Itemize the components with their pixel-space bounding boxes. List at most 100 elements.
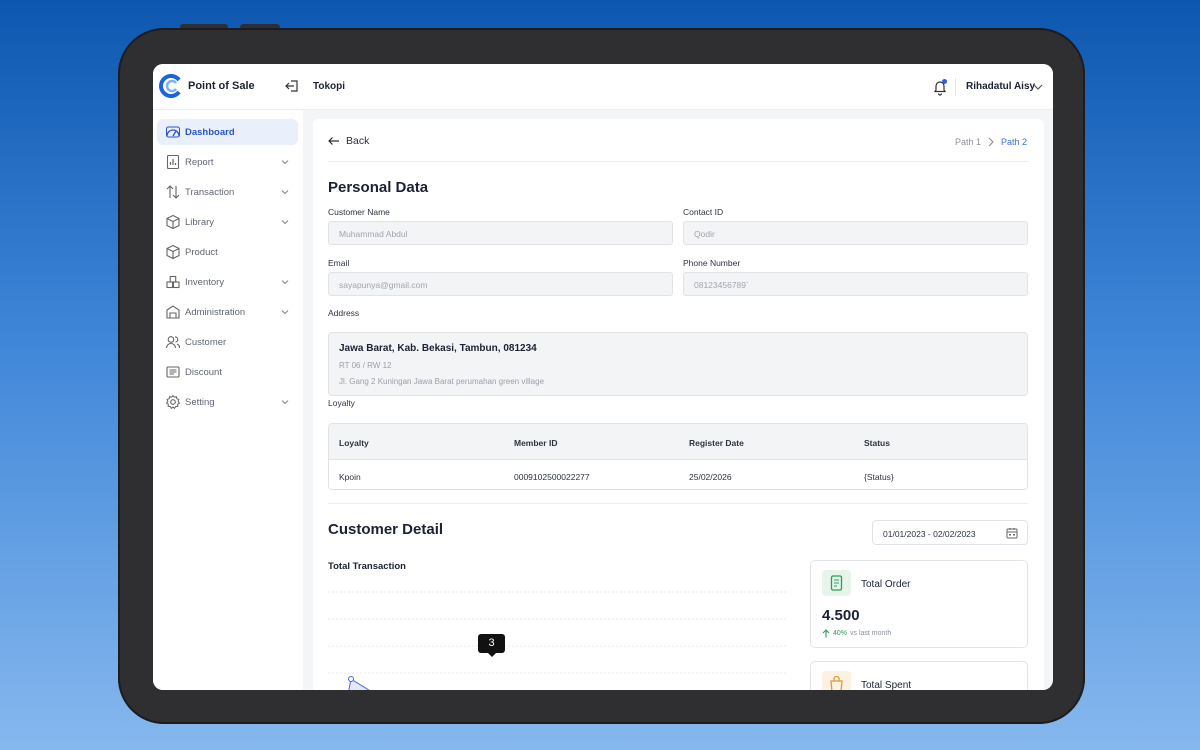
sidebar-collapse-icon[interactable] — [284, 78, 300, 94]
column-header-member-id: Member ID — [514, 438, 558, 448]
customer-detail-title: Customer Detail — [328, 521, 444, 538]
sidebar-item-administration[interactable]: Administration — [157, 299, 298, 325]
sidebar: Dashboard Report Transaction Library Product… — [153, 110, 303, 690]
inventory-icon — [166, 275, 180, 289]
customer-name-field[interactable]: Muhammad Abdul — [328, 221, 673, 245]
total-order-card: Total Order 4.500 40% vs last month — [810, 560, 1028, 648]
total-spent-card: Total Spent — [810, 661, 1028, 690]
sidebar-item-library[interactable]: Library — [157, 209, 298, 235]
header-divider-line — [328, 161, 1028, 162]
user-name[interactable]: Rihadatul Aisy — [966, 81, 1035, 92]
sidebar-item-label: Dashboard — [185, 127, 235, 138]
personal-data-title: Personal Data — [328, 179, 429, 196]
sidebar-item-customer[interactable]: Customer — [157, 329, 298, 355]
total-order-icon-box — [822, 570, 851, 596]
breadcrumb-chevron-right-icon — [988, 137, 994, 147]
date-range-picker[interactable]: 01/01/2023 - 02/02/2023 — [872, 520, 1028, 545]
administration-icon — [166, 305, 180, 319]
sidebar-item-report[interactable]: Report — [157, 149, 298, 175]
chart-point[interactable] — [348, 676, 354, 682]
total-spent-title: Total Spent — [861, 680, 912, 690]
back-button[interactable]: Back — [328, 135, 369, 147]
column-header-status: Status — [864, 438, 890, 448]
report-icon — [166, 154, 180, 170]
product-icon — [166, 244, 180, 260]
sidebar-item-label: Administration — [185, 307, 246, 318]
cell-member-id: 0009102500022277 — [514, 472, 590, 482]
order-icon — [830, 575, 843, 591]
trend-percentage: 40% — [833, 630, 848, 637]
sidebar-item-transaction[interactable]: Transaction — [157, 179, 298, 205]
column-header-register-date: Register Date — [689, 438, 744, 448]
chevron-down-icon — [281, 220, 289, 225]
app-logo-icon — [159, 74, 181, 98]
contact-id-label: Contact ID — [683, 207, 724, 217]
total-transaction-chart — [328, 591, 788, 690]
total-order-title: Total Order — [861, 579, 911, 590]
sidebar-item-setting[interactable]: Setting — [157, 389, 298, 415]
breadcrumb-path-2: Path 2 — [1001, 137, 1028, 147]
address-line-1: Jawa Barat, Kab. Bekasi, Tambun, 081234 — [339, 343, 537, 354]
shopping-bag-icon — [830, 675, 843, 690]
chart-tooltip: 3 — [478, 634, 505, 657]
transaction-icon — [166, 185, 180, 199]
calendar-icon — [1006, 528, 1018, 539]
chart-title: Total Transaction — [328, 561, 406, 572]
store-name: Tokopi — [313, 81, 346, 92]
sidebar-item-label: Customer — [185, 337, 227, 348]
phone-number-field[interactable]: 08123456789` — [683, 272, 1028, 296]
sidebar-item-label: Transaction — [185, 187, 235, 198]
chevron-down-icon — [281, 310, 289, 315]
total-order-trend: 40% vs last month — [822, 629, 891, 638]
date-range-value: 01/01/2023 - 02/02/2023 — [883, 529, 976, 539]
top-bar: Point of Sale Tokopi Rihadatul Aisy — [153, 64, 1053, 110]
address-label: Address — [328, 308, 360, 318]
chart-series-line — [348, 678, 370, 690]
main-content: Back Path 1 Path 2 Personal Data Custome… — [313, 119, 1044, 690]
loyalty-label: Loyalty — [328, 398, 355, 408]
email-label: Email — [328, 258, 350, 268]
chevron-down-icon — [281, 190, 289, 195]
column-header-loyalty: Loyalty — [339, 438, 369, 448]
address-line-3: Jl. Gang 2 Kuningan Jawa Barat perumahan… — [339, 377, 545, 386]
total-order-value: 4.500 — [822, 607, 860, 624]
total-spent-icon-box — [822, 671, 851, 690]
chevron-down-icon — [281, 160, 289, 165]
sidebar-item-label: Product — [185, 247, 218, 258]
loyalty-table-header: Loyalty Member ID Register Date Status — [329, 424, 1027, 460]
library-icon — [166, 214, 180, 230]
phone-number-label: Phone Number — [683, 258, 741, 268]
discount-icon — [166, 366, 180, 378]
cell-register-date: 25/02/2026 — [689, 472, 732, 482]
header-divider — [955, 78, 956, 96]
contact-id-field[interactable]: Qodir — [683, 221, 1028, 245]
arrow-left-icon — [328, 137, 339, 145]
email-field[interactable]: sayapunya@gmail.com — [328, 272, 673, 296]
customer-icon — [165, 336, 181, 349]
chevron-down-icon — [281, 400, 289, 405]
customer-name-label: Customer Name — [328, 207, 390, 217]
arrow-up-icon — [822, 629, 830, 638]
sidebar-item-label: Report — [185, 157, 214, 168]
dashboard-icon — [166, 126, 180, 138]
breadcrumb-path-1[interactable]: Path 1 — [955, 137, 981, 147]
user-menu-chevron-down-icon[interactable] — [1032, 81, 1044, 93]
app-screen: Point of Sale Tokopi Rihadatul Aisy Dash… — [153, 64, 1053, 690]
sidebar-item-label: Discount — [185, 367, 222, 378]
setting-icon — [165, 394, 181, 410]
address-field[interactable]: Jawa Barat, Kab. Bekasi, Tambun, 081234 … — [328, 332, 1028, 396]
back-label: Back — [346, 135, 370, 147]
sidebar-item-discount[interactable]: Discount — [157, 359, 298, 385]
chart-area-fill — [348, 679, 369, 690]
sidebar-item-dashboard[interactable]: Dashboard — [157, 119, 298, 145]
sidebar-item-label: Inventory — [185, 277, 225, 288]
trend-text: vs last month — [850, 630, 892, 637]
sidebar-item-product[interactable]: Product — [157, 239, 298, 265]
address-line-2: RT 06 / RW 12 — [339, 361, 392, 370]
section-divider-line — [328, 503, 1028, 504]
notification-dot — [942, 79, 947, 84]
loyalty-table: Loyalty Member ID Register Date Status K… — [328, 423, 1028, 490]
app-title: Point of Sale — [188, 80, 255, 92]
sidebar-item-inventory[interactable]: Inventory — [157, 269, 298, 295]
cell-loyalty: Kpoin — [339, 472, 361, 482]
